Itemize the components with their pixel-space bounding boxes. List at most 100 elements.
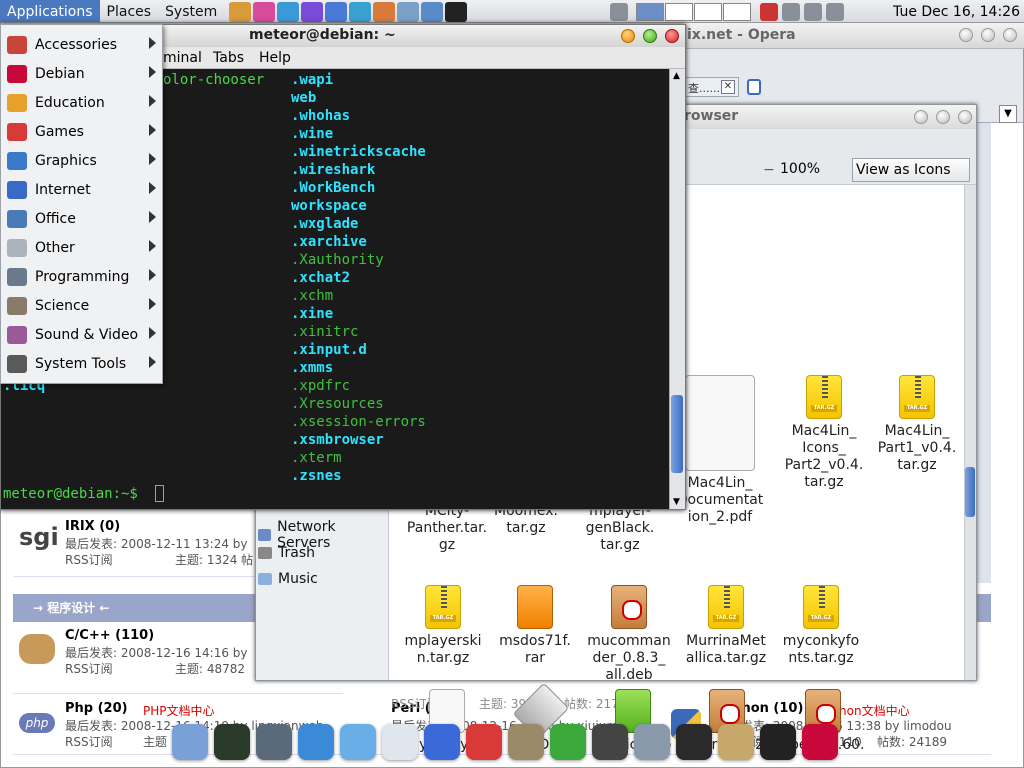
accessories-icon (7, 35, 27, 54)
app-menu-item-internet[interactable]: Internet (1, 175, 162, 204)
zip-file-icon: TAR.GZ (899, 375, 935, 419)
close-icon[interactable] (958, 110, 972, 124)
places-menu[interactable]: Places (100, 0, 159, 24)
network-icon[interactable] (610, 2, 629, 21)
file-scrollbar-thumb[interactable] (965, 467, 975, 517)
close-icon[interactable] (665, 29, 679, 43)
minimize-icon[interactable] (959, 28, 973, 42)
menu-tabs[interactable]: Tabs (213, 50, 244, 66)
sidebar-item-music[interactable]: Music (258, 571, 318, 587)
burner-icon[interactable] (634, 724, 670, 760)
ichat-icon[interactable] (340, 724, 376, 760)
minimize-icon[interactable] (621, 29, 635, 43)
dictionary-icon[interactable] (718, 724, 754, 760)
printer-icon[interactable] (782, 2, 801, 21)
file-item[interactable]: TAR.GZ Mac4Lin_ Part1_v0.4. tar.gz (872, 375, 962, 474)
y-icon[interactable] (277, 1, 300, 22)
app-menu-item-office[interactable]: Office (1, 204, 162, 233)
file-name: MurrinaMet allica.tar.gz (685, 633, 767, 666)
terminal-line: .winetrickscache (291, 144, 426, 160)
battery-icon[interactable] (804, 2, 823, 21)
volume-icon[interactable] (826, 2, 845, 21)
file-item[interactable]: msdos71f. rar (490, 585, 580, 667)
submenu-arrow-icon (149, 240, 156, 252)
compass-icon[interactable] (373, 1, 396, 22)
terminal-icon[interactable] (445, 1, 468, 22)
maximize-icon[interactable] (643, 29, 657, 43)
browser-icon[interactable] (421, 1, 444, 22)
time-machine-icon[interactable] (256, 724, 292, 760)
monitor-icon[interactable] (325, 1, 348, 22)
sidebar-item-trash[interactable]: Trash (258, 545, 315, 561)
workspace-3[interactable] (694, 2, 723, 21)
workspace-4[interactable] (723, 2, 752, 21)
file-item[interactable]: TAR.GZ MurrinaMet allica.tar.gz (681, 585, 771, 667)
terminal-scrollbar-thumb[interactable] (671, 395, 683, 473)
scroll-up-icon[interactable]: ▲ (673, 71, 680, 81)
feather-icon[interactable] (397, 1, 420, 22)
tux-icon[interactable] (760, 724, 796, 760)
gimp-icon[interactable] (508, 724, 544, 760)
app-menu-item-science[interactable]: Science (1, 291, 162, 320)
menu-help[interactable]: Help (259, 50, 291, 66)
maximize-icon[interactable] (936, 110, 950, 124)
finder-icon[interactable] (172, 724, 208, 760)
green-app-icon[interactable] (550, 724, 586, 760)
clock[interactable]: Tue Dec 16, 14:26 (893, 0, 1020, 24)
app-menu-item-sound-video[interactable]: Sound & Video (1, 320, 162, 349)
u-icon[interactable] (301, 1, 324, 22)
file-item[interactable]: TAR.GZ mplayerski n.tar.gz (398, 585, 488, 667)
workspace-1[interactable] (636, 2, 665, 21)
system-menu[interactable]: System (158, 0, 224, 24)
app-menu-item-debian[interactable]: Debian (1, 59, 162, 88)
debian-swirl-icon[interactable] (802, 724, 838, 760)
forum-title[interactable]: Php (20) (65, 701, 128, 716)
scroll-down-icon[interactable]: ▼ (673, 497, 680, 507)
app-menu-item-accessories[interactable]: Accessories (1, 30, 162, 59)
quill-icon[interactable] (382, 724, 418, 760)
app-menu-item-programming[interactable]: Programming (1, 262, 162, 291)
forum-title[interactable]: C/C++ (110) (65, 628, 154, 643)
home-icon[interactable] (229, 1, 252, 22)
workspace-2[interactable] (665, 2, 694, 21)
triangle-icon[interactable] (349, 1, 372, 22)
app-menu-item-games[interactable]: Games (1, 117, 162, 146)
p-icon[interactable] (253, 1, 276, 22)
minimize-icon[interactable] (914, 110, 928, 124)
new-tab-icon[interactable] (747, 79, 761, 95)
rss-link[interactable]: RSS订阅 (65, 551, 113, 568)
maximize-icon[interactable] (981, 28, 995, 42)
tab-close-icon[interactable]: ✕ (721, 80, 735, 94)
file-browser-title: rowser (684, 108, 739, 124)
disc-icon[interactable] (592, 724, 628, 760)
star-icon[interactable] (424, 724, 460, 760)
applications-menu[interactable]: Applications (0, 0, 100, 24)
activity-monitor-icon[interactable] (214, 724, 250, 760)
submenu-arrow-icon (149, 95, 156, 107)
zoom-out-button[interactable]: − (763, 162, 775, 178)
rss-link[interactable]: RSS订阅 (65, 660, 113, 677)
file-item[interactable]: TAR.GZ myconkyfo nts.tar.gz (776, 585, 866, 667)
clapper-icon[interactable] (676, 724, 712, 760)
file-scrollbar[interactable] (964, 185, 976, 680)
app-menu-item-other[interactable]: Other (1, 233, 162, 262)
forum-title[interactable]: IRIX (0) (65, 519, 120, 534)
file-item[interactable]: TAR.GZ Mac4Lin_ Icons_ Part2_v0.4. tar.gz (779, 375, 869, 491)
dropdown-icon[interactable]: ▼ (999, 105, 1017, 123)
opera-tab[interactable]: 查...... ✕ (684, 77, 739, 97)
update-icon[interactable] (760, 2, 779, 21)
app-menu-item-education[interactable]: Education (1, 88, 162, 117)
app-menu-item-graphics[interactable]: Graphics (1, 146, 162, 175)
file-item[interactable]: mucomman der_0.8.3_ all.deb (584, 585, 674, 684)
file-item[interactable]: Mac4Lin_ Documentat ion_2.pdf (675, 375, 765, 526)
view-as-select[interactable]: View as Icons (852, 158, 970, 182)
close-icon[interactable] (1003, 28, 1017, 42)
sidebar-label: Music (278, 571, 318, 587)
app-menu-item-system-tools[interactable]: System Tools (1, 349, 162, 378)
menu-terminal[interactable]: minal (163, 50, 202, 66)
rss-link[interactable]: RSS订阅 (65, 733, 113, 750)
terminal-line: .xarchive (291, 234, 367, 250)
file-name: mplayer- genBlack. tar.gz (585, 503, 655, 553)
cubes-icon[interactable] (466, 724, 502, 760)
safari-icon[interactable] (298, 724, 334, 760)
